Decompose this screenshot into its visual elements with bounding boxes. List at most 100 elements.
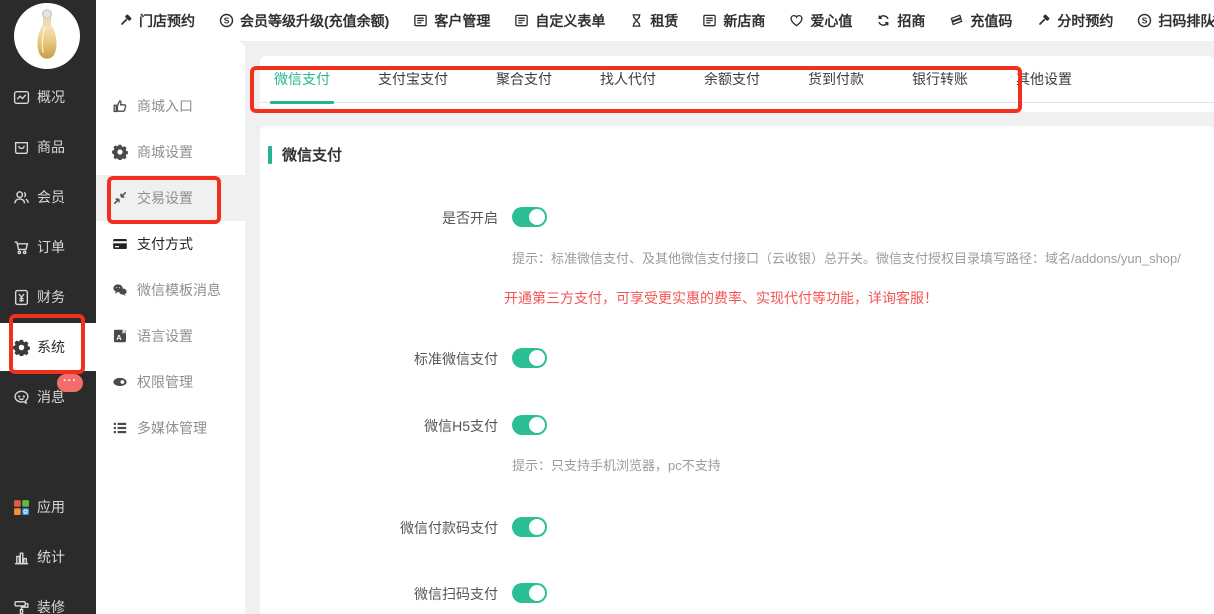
language-icon: A xyxy=(112,328,128,344)
topbar-item-member-upgrade[interactable]: S 会员等级升级(充值余额) xyxy=(219,11,389,31)
sidebar-item-label: 统计 xyxy=(37,547,65,567)
topbar-item-label: 新店商 xyxy=(723,11,765,31)
wechat-scan-pay-toggle[interactable] xyxy=(512,583,547,603)
bank-card-icon xyxy=(112,236,128,252)
perfume-bottle-logo xyxy=(26,7,68,65)
topbar-item-label: 门店预约 xyxy=(139,11,195,31)
submenu-item-label: 商城设置 xyxy=(137,142,193,162)
topbar-item-label: 自定义表单 xyxy=(535,11,605,31)
topbar-item-new-store[interactable]: 新店商 xyxy=(702,11,765,31)
wechat-pay-settings-card: 微信支付 是否开启 提示：标准微信支付、及其他微信支付接口（云收银）总开关。微信… xyxy=(260,126,1214,614)
topbar-item-timeslot-booking[interactable]: 分时预约 xyxy=(1036,11,1113,31)
goods-icon xyxy=(13,139,30,156)
sidebar-item-label: 商品 xyxy=(37,137,65,157)
tab-alipay[interactable]: 支付宝支付 xyxy=(374,56,452,103)
topbar-item-investment[interactable]: 招商 xyxy=(876,11,925,31)
sidebar-item-members[interactable]: 会员 xyxy=(0,173,96,221)
wechat-paycode-pay-toggle[interactable] xyxy=(512,517,547,537)
permission-icon xyxy=(112,374,128,390)
sidebar-item-orders[interactable]: 订单 xyxy=(0,223,96,271)
tab-wechat-pay[interactable]: 微信支付 xyxy=(270,56,334,103)
sidebar-item-label: 装修 xyxy=(37,597,65,614)
row-wechat-scan-pay: 微信扫码支付 xyxy=(260,583,1214,603)
topbar-item-recharge-code[interactable]: 充值码 xyxy=(949,11,1012,31)
row-label: 是否开启 xyxy=(260,208,498,228)
form-icon xyxy=(413,13,428,28)
stats-icon xyxy=(13,549,30,566)
submenu-item-permission-mgmt[interactable]: 权限管理 xyxy=(96,359,245,405)
tab-other-settings[interactable]: 其他设置 xyxy=(1012,56,1076,103)
submenu-item-mall-entry[interactable]: 商城入口 xyxy=(96,83,245,129)
sidebar-item-apps[interactable]: 应用 xyxy=(0,483,96,531)
submenu-item-trade-settings[interactable]: 交易设置 xyxy=(96,175,245,221)
submenu-item-label: 权限管理 xyxy=(137,372,193,392)
tab-balance-pay[interactable]: 余额支付 xyxy=(700,56,764,103)
h5-hint: 提示：只支持手机浏览器，pc不支持 xyxy=(512,455,721,474)
topbar-item-store-booking[interactable]: 门店预约 xyxy=(118,11,195,31)
submenu-item-media-mgmt[interactable]: 多媒体管理 xyxy=(96,405,245,451)
topbar-item-label: 客户管理 xyxy=(434,11,490,31)
submenu-item-mall-settings[interactable]: 商城设置 xyxy=(96,129,245,175)
row-wechat-paycode-pay: 微信付款码支付 xyxy=(260,517,1214,537)
wechat-h5-pay-toggle[interactable] xyxy=(512,415,547,435)
heart-icon xyxy=(789,13,804,28)
tab-aggregate-pay[interactable]: 聚合支付 xyxy=(492,56,556,103)
topbar-item-rental[interactable]: 租赁 xyxy=(629,11,678,31)
submenu-item-label: 商城入口 xyxy=(137,96,193,116)
row-standard-wechat-pay: 标准微信支付 xyxy=(260,348,1214,368)
gavel-icon-partial xyxy=(1206,13,1214,28)
sidebar-item-overview[interactable]: 概况 xyxy=(0,73,96,121)
row-enable: 是否开启 xyxy=(260,207,1214,227)
standard-wechat-pay-toggle[interactable] xyxy=(512,348,547,368)
topbar-item-custom-form[interactable]: 自定义表单 xyxy=(514,11,605,31)
messages-badge: ··· xyxy=(57,374,83,392)
orders-icon xyxy=(13,239,30,256)
topbar-item-label: 租赁 xyxy=(650,11,678,31)
row-label: 微信扫码支付 xyxy=(260,584,498,604)
tab-cash-on-delivery[interactable]: 货到付款 xyxy=(804,56,868,103)
sidebar-item-system[interactable]: 系统 xyxy=(0,323,96,371)
sidebar-item-goods[interactable]: 商品 xyxy=(0,123,96,171)
topbar-item-label: 会员等级升级(充值余额) xyxy=(240,11,389,31)
section-header: 微信支付 xyxy=(268,144,342,165)
submenu-item-label: 交易设置 xyxy=(137,188,193,208)
sidebar-item-label: 概况 xyxy=(37,87,65,107)
submenu-item-label: 支付方式 xyxy=(137,234,193,254)
submenu-item-label: 语言设置 xyxy=(137,326,193,346)
third-party-promo-note: 开通第三方支付，可享受更实惠的费率、实现代付等功能，详询客服！ xyxy=(504,288,938,308)
svg-text:S: S xyxy=(1142,16,1148,26)
tab-pay-for-me[interactable]: 找人代付 xyxy=(596,56,660,103)
sidebar-item-label: 系统 xyxy=(37,337,65,357)
topbar-item-customer-mgmt[interactable]: 客户管理 xyxy=(413,11,490,31)
submenu-item-payment-methods[interactable]: 支付方式 xyxy=(96,221,245,267)
sidebar-item-finance[interactable]: 财务 xyxy=(0,273,96,321)
topbar-item-love-value[interactable]: 爱心值 xyxy=(789,11,852,31)
topbar-item-scan-queue[interactable]: S 扫码排队 xyxy=(1137,11,1214,31)
enable-toggle[interactable] xyxy=(512,207,547,227)
row-label: 标准微信支付 xyxy=(260,349,498,369)
topbar-item-label: 爱心值 xyxy=(810,11,852,31)
svg-text:S: S xyxy=(224,16,230,26)
submenu-item-language-settings[interactable]: A 语言设置 xyxy=(96,313,245,359)
topbar-item-label: 充值码 xyxy=(970,11,1012,31)
sidebar-item-stats[interactable]: 统计 xyxy=(0,533,96,581)
row-wechat-h5-pay: 微信H5支付 xyxy=(260,415,1214,435)
tags-icon xyxy=(949,13,964,28)
topbar-item-label: 招商 xyxy=(897,11,925,31)
s-circle-icon: S xyxy=(219,13,234,28)
topbar-plugin-menu: 门店预约 S 会员等级升级(充值余额) 客户管理 自定义表单 租赁 新店商 爱心… xyxy=(96,0,1214,41)
enable-hint: 提示：标准微信支付、及其他微信支付接口（云收银）总开关。微信支付授权目录填写路径… xyxy=(512,248,1181,267)
members-icon xyxy=(13,189,30,206)
sidebar-item-label: 财务 xyxy=(37,287,65,307)
shop-logo-avatar[interactable] xyxy=(14,3,80,69)
media-list-icon xyxy=(112,420,128,436)
gear-icon xyxy=(112,144,128,160)
submenu-item-wechat-template[interactable]: 微信模板消息 xyxy=(96,267,245,313)
row-label: 微信付款码支付 xyxy=(260,518,498,538)
sidebar-item-decorate[interactable]: 装修 xyxy=(0,583,96,614)
decorate-icon xyxy=(13,599,30,614)
hourglass-icon xyxy=(629,13,644,28)
tab-bank-transfer[interactable]: 银行转账 xyxy=(908,56,972,103)
submenu-item-label: 多媒体管理 xyxy=(137,418,207,438)
overview-icon xyxy=(13,89,30,106)
